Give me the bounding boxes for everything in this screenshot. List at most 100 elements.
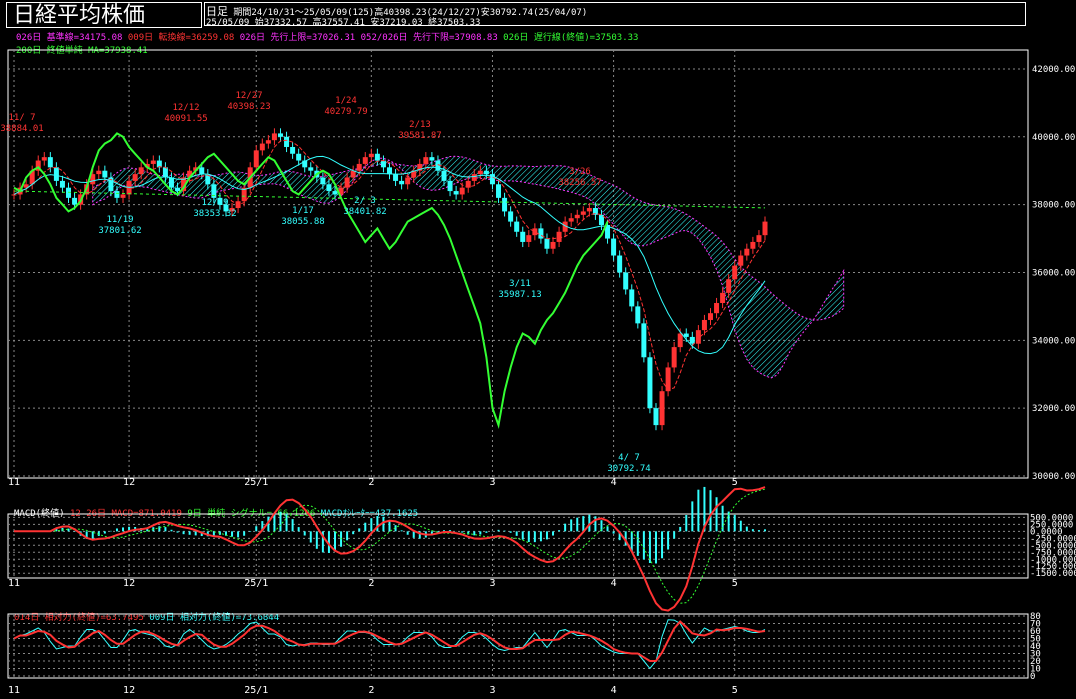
candle-body — [762, 221, 768, 236]
candle-body — [441, 170, 447, 181]
candle-body — [162, 167, 168, 178]
candle-body — [41, 157, 47, 161]
x-tick-label-1-5: 4 — [611, 578, 617, 589]
candle-body — [720, 292, 726, 304]
price-label-value: 38401.82 — [343, 207, 386, 217]
y-tick-price-3: 36000.00 — [1032, 268, 1075, 278]
candle-body — [617, 255, 623, 273]
candle-body — [277, 133, 283, 137]
candle-body — [544, 238, 550, 249]
price-label-value: 40091.55 — [164, 114, 207, 124]
candle-body — [665, 367, 671, 392]
candle-body — [477, 170, 483, 175]
candle-body — [150, 160, 156, 164]
rsi14-line — [13, 620, 766, 662]
candle-body — [332, 191, 338, 195]
pane-border-1 — [7, 513, 1029, 579]
x-tick-label-0-5: 4 — [611, 477, 617, 488]
candle-body — [405, 177, 411, 185]
candle-body — [96, 170, 102, 175]
candle-body — [387, 167, 392, 175]
x-tick-label-2-0: 11 — [8, 685, 20, 696]
x-tick-label-0-0: 11 — [8, 477, 20, 488]
candle-body — [726, 279, 732, 293]
price-label-value: 37801.62 — [98, 226, 141, 236]
price-label-value: 38055.88 — [281, 217, 324, 227]
pane-border-0 — [7, 49, 1029, 479]
x-tick-label-1-0: 11 — [8, 578, 20, 589]
x-tick-label-0-1: 12 — [123, 477, 135, 488]
candle-body — [496, 184, 502, 198]
candle-body — [459, 187, 465, 195]
candle-body — [514, 221, 520, 232]
candle-body — [629, 289, 635, 307]
price-label-date: 2/ 3 — [354, 196, 376, 206]
candle-body — [538, 228, 544, 239]
candle-body — [380, 160, 386, 168]
price-label-date: 11/ 7 — [8, 113, 35, 123]
candle-body — [296, 153, 302, 161]
candle-body — [520, 231, 526, 242]
x-tick-label-0-2: 25/1 — [244, 477, 268, 488]
candle-body — [102, 170, 108, 178]
candle-body — [738, 255, 744, 266]
price-label-date: 1/24 — [335, 96, 357, 106]
y-tick-price-1: 40000.00 — [1032, 133, 1075, 143]
price-label-date: 3/11 — [509, 279, 531, 289]
candle-body — [508, 211, 514, 222]
candle-body — [308, 167, 314, 171]
y-tick-macd-8: -1500.0000 — [1030, 569, 1076, 579]
candle-body — [641, 323, 647, 358]
candle-body — [653, 408, 659, 426]
chart-canvas: 11 11 11 12 12 12 25/1 25/1 25/1 2 2 2 3 3 3 4 4 4 5 5 5 4200… — [0, 49, 1076, 696]
candle-body — [284, 136, 290, 147]
price-label-value: 38884.01 — [0, 124, 43, 134]
candle-body — [11, 194, 17, 196]
candle-body — [72, 197, 78, 205]
candle-body — [677, 333, 683, 348]
price-label-value: 38256.57 — [558, 178, 601, 188]
price-label-date: 3/26 — [569, 167, 591, 177]
x-tick-label-1-6: 5 — [732, 578, 738, 589]
price-label-date: 4/ 7 — [618, 453, 640, 463]
price-label-value: 39581.87 — [398, 131, 441, 141]
candle-body — [556, 231, 562, 242]
candle-body — [114, 191, 120, 198]
x-tick-label-2-6: 5 — [732, 685, 738, 696]
x-tick-label-1-4: 3 — [489, 578, 495, 589]
candle-body — [483, 170, 489, 175]
price-label-date: 12/19 — [201, 198, 228, 208]
candle-body — [611, 238, 617, 256]
candle-body — [393, 174, 399, 181]
candle-body — [344, 177, 350, 188]
price-label-value: 35987.13 — [498, 290, 541, 300]
y-tick-price-5: 32000.00 — [1032, 404, 1075, 414]
candle-body — [374, 153, 380, 161]
candle-body — [423, 157, 429, 164]
candle-body — [138, 167, 144, 175]
candle-body — [53, 167, 59, 181]
candle-body — [671, 347, 677, 368]
price-label-value: 30792.74 — [607, 464, 650, 474]
candle-body — [399, 180, 405, 185]
candle-body — [568, 218, 574, 222]
candle-body — [59, 180, 65, 188]
candle-body — [175, 187, 181, 192]
y-tick-price-2: 38000.00 — [1032, 201, 1075, 211]
x-tick-label-1-2: 25/1 — [244, 578, 268, 589]
candle-body — [453, 191, 459, 195]
price-label-date: 11/19 — [106, 215, 133, 225]
candle-body — [532, 228, 538, 236]
y-tick-price-6: 30000.00 — [1032, 472, 1075, 482]
candle-body — [714, 303, 720, 314]
candle-body — [47, 157, 53, 168]
price-label-date: 12/27 — [235, 91, 262, 101]
y-tick-price-4: 34000.00 — [1032, 336, 1075, 346]
candle-body — [326, 184, 332, 192]
candle-body — [259, 143, 265, 151]
price-label-value: 40279.79 — [324, 107, 367, 117]
candle-body — [756, 235, 762, 242]
candle-body — [707, 313, 713, 320]
candle-body — [550, 241, 556, 249]
candle-body — [320, 177, 326, 185]
